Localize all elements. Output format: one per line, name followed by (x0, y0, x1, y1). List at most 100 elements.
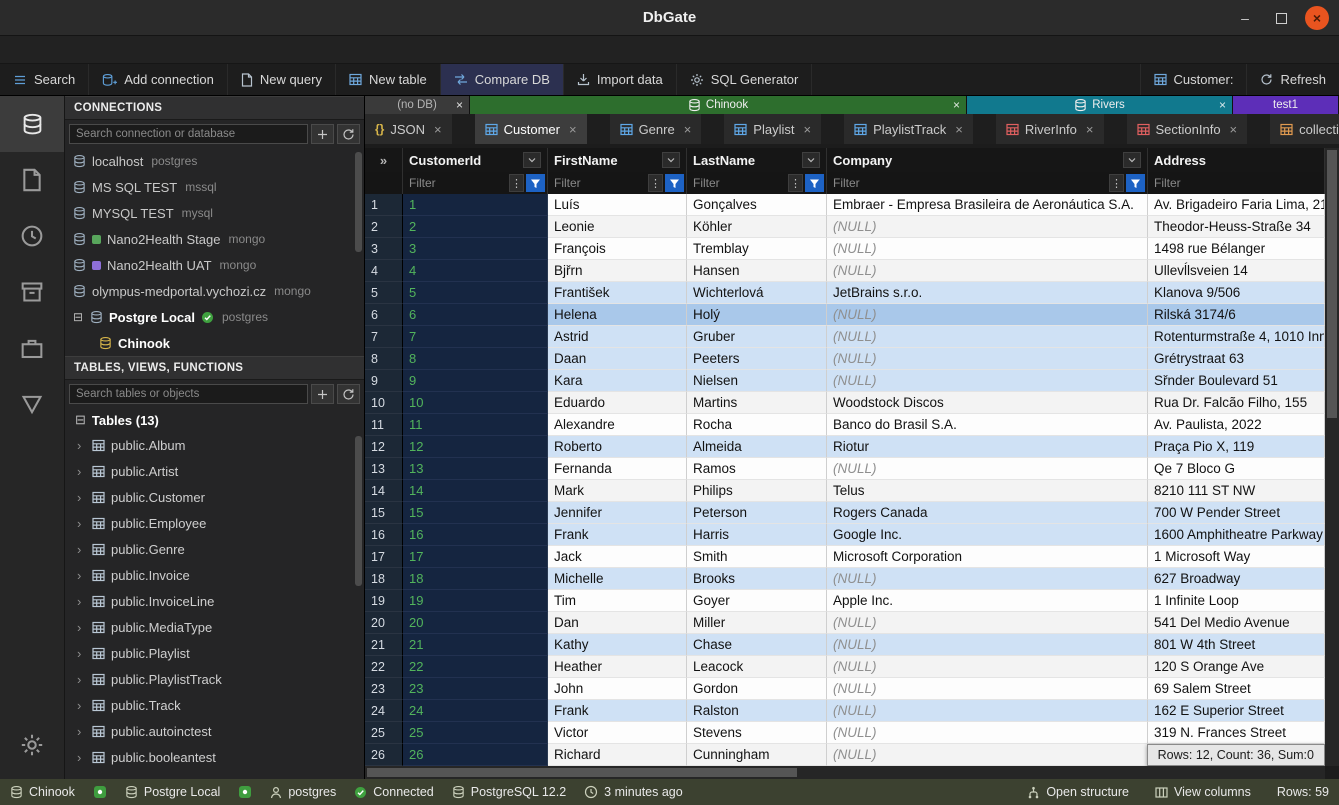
close-icon[interactable]: × (434, 122, 442, 137)
chevron-right-icon[interactable]: › (77, 516, 86, 531)
row-number-cell[interactable]: 22 (365, 656, 403, 678)
address-cell[interactable]: Theodor-Heuss-Straße 34 (1148, 216, 1325, 238)
customerid-cell[interactable]: 15 (403, 502, 548, 524)
company-cell[interactable]: (NULL) (827, 238, 1148, 260)
address-cell[interactable]: 1 Infinite Loop (1148, 590, 1325, 612)
company-cell[interactable]: (NULL) (827, 656, 1148, 678)
close-icon[interactable]: × (953, 99, 960, 111)
row-number-cell[interactable]: 18 (365, 568, 403, 590)
database-tab[interactable]: Rivers × (967, 96, 1233, 114)
connection-item[interactable]: ⊟ Chinook (65, 330, 364, 356)
row-number-cell[interactable]: 26 (365, 744, 403, 766)
row-number-cell[interactable]: 14 (365, 480, 403, 502)
close-icon[interactable]: × (955, 122, 963, 137)
table-tree-item[interactable]: › public.booleantest (65, 744, 364, 770)
chevron-right-icon[interactable]: › (77, 724, 86, 739)
lastname-cell[interactable]: Ralston (687, 700, 827, 722)
chevron-right-icon[interactable]: › (77, 464, 86, 479)
company-cell[interactable]: Google Inc. (827, 524, 1148, 546)
firstname-cell[interactable]: Roberto (548, 436, 687, 458)
table-tree-item[interactable]: › public.Customer (65, 484, 364, 510)
address-cell[interactable]: 319 N. Frances Street (1148, 722, 1325, 744)
firstname-cell[interactable]: Astrid (548, 326, 687, 348)
horizontal-scrollbar-thumb[interactable] (367, 768, 797, 777)
row-number-cell[interactable]: 21 (365, 634, 403, 656)
address-cell[interactable]: Rua Dr. Falcão Filho, 155 (1148, 392, 1325, 414)
file-tab[interactable]: collection × (1270, 114, 1339, 144)
dropdown-icon[interactable] (802, 152, 820, 168)
address-cell[interactable]: Av. Paulista, 2022 (1148, 414, 1325, 436)
database-tab[interactable]: (no DB) × (365, 96, 470, 114)
customerid-cell[interactable]: 6 (403, 304, 548, 326)
close-icon[interactable]: × (569, 122, 577, 137)
toolbar-button[interactable]: Compare DB (441, 64, 564, 95)
LastName[interactable]: LastName (687, 148, 827, 172)
row-number-cell[interactable]: 1 (365, 194, 403, 216)
lastname-cell[interactable]: Nielsen (687, 370, 827, 392)
add-connection-plus-button[interactable] (311, 124, 334, 144)
chevron-right-icon[interactable]: › (77, 568, 86, 583)
filter-input[interactable]: Filter (409, 176, 507, 190)
archive-icon[interactable] (0, 264, 64, 320)
add-table-plus-button[interactable] (311, 384, 334, 404)
row-number-cell[interactable]: 23 (365, 678, 403, 700)
customerid-cell[interactable]: 25 (403, 722, 548, 744)
chevron-right-icon[interactable]: › (77, 438, 86, 453)
Company[interactable]: Company (827, 148, 1148, 172)
row-number-cell[interactable]: 13 (365, 458, 403, 480)
filter-icon[interactable] (0, 376, 64, 432)
funnel-icon[interactable] (665, 174, 684, 192)
row-number-cell[interactable]: 6 (365, 304, 403, 326)
row-number-cell[interactable]: 5 (365, 282, 403, 304)
address-cell[interactable]: 801 W 4th Street (1148, 634, 1325, 656)
address-cell[interactable]: Klanova 9/506 (1148, 282, 1325, 304)
customerid-cell[interactable]: 21 (403, 634, 548, 656)
company-cell[interactable]: (NULL) (827, 326, 1148, 348)
statusbar-action[interactable]: Rows: 59 (1277, 785, 1329, 799)
lastname-cell[interactable]: Philips (687, 480, 827, 502)
company-cell[interactable]: Embraer - Empresa Brasileira de Aeronáut… (827, 194, 1148, 216)
Company[interactable]: Filter ⋮ (827, 172, 1148, 194)
row-number-cell[interactable]: 20 (365, 612, 403, 634)
firstname-cell[interactable]: Leonie (548, 216, 687, 238)
company-cell[interactable]: Telus (827, 480, 1148, 502)
LastName[interactable]: Filter ⋮ (687, 172, 827, 194)
lastname-cell[interactable]: Martins (687, 392, 827, 414)
table-tree-item[interactable]: › public.Genre (65, 536, 364, 562)
address-cell[interactable]: 1600 Amphitheatre Parkway (1148, 524, 1325, 546)
company-cell[interactable]: (NULL) (827, 634, 1148, 656)
statusbar-action[interactable]: Open structure (1027, 785, 1129, 799)
firstname-cell[interactable]: Richard (548, 744, 687, 766)
company-cell[interactable]: Rogers Canada (827, 502, 1148, 524)
customerid-cell[interactable]: 11 (403, 414, 548, 436)
address-cell[interactable]: 69 Salem Street (1148, 678, 1325, 700)
refresh-tables-button[interactable] (337, 384, 360, 404)
lastname-cell[interactable]: Stevens (687, 722, 827, 744)
lastname-cell[interactable]: Miller (687, 612, 827, 634)
firstname-cell[interactable]: Bjřrn (548, 260, 687, 282)
customerid-cell[interactable]: 2 (403, 216, 548, 238)
row-number-cell[interactable]: 15 (365, 502, 403, 524)
address-cell[interactable]: Rilská 3174/6 (1148, 304, 1325, 326)
vertical-scrollbar[interactable] (1325, 148, 1339, 766)
customerid-cell[interactable]: 24 (403, 700, 548, 722)
customerid-cell[interactable]: 22 (403, 656, 548, 678)
customerid-cell[interactable]: 17 (403, 546, 548, 568)
customerid-cell[interactable]: 1 (403, 194, 548, 216)
table-tree-item[interactable]: › public.PlaylistTrack (65, 666, 364, 692)
address-cell[interactable]: Av. Brigadeiro Faria Lima, 2170 (1148, 194, 1325, 216)
funnel-icon[interactable] (526, 174, 545, 192)
table-tree-item[interactable]: › public.Employee (65, 510, 364, 536)
row-number-cell[interactable]: 2 (365, 216, 403, 238)
close-icon[interactable]: × (456, 99, 463, 111)
connection-item[interactable]: ⊟ localhost postgres (65, 148, 364, 174)
customerid-cell[interactable]: 16 (403, 524, 548, 546)
company-cell[interactable]: Apple Inc. (827, 590, 1148, 612)
row-number-cell[interactable]: 11 (365, 414, 403, 436)
table-tree-item[interactable]: › public.Invoice (65, 562, 364, 588)
file-tab[interactable]: Customer × (475, 114, 587, 144)
connection-item[interactable]: ⊟ Postgre Local postgres (65, 304, 364, 330)
filter-input[interactable]: Filter (554, 176, 646, 190)
lastname-cell[interactable]: Chase (687, 634, 827, 656)
chevron-right-icon[interactable]: › (77, 542, 86, 557)
